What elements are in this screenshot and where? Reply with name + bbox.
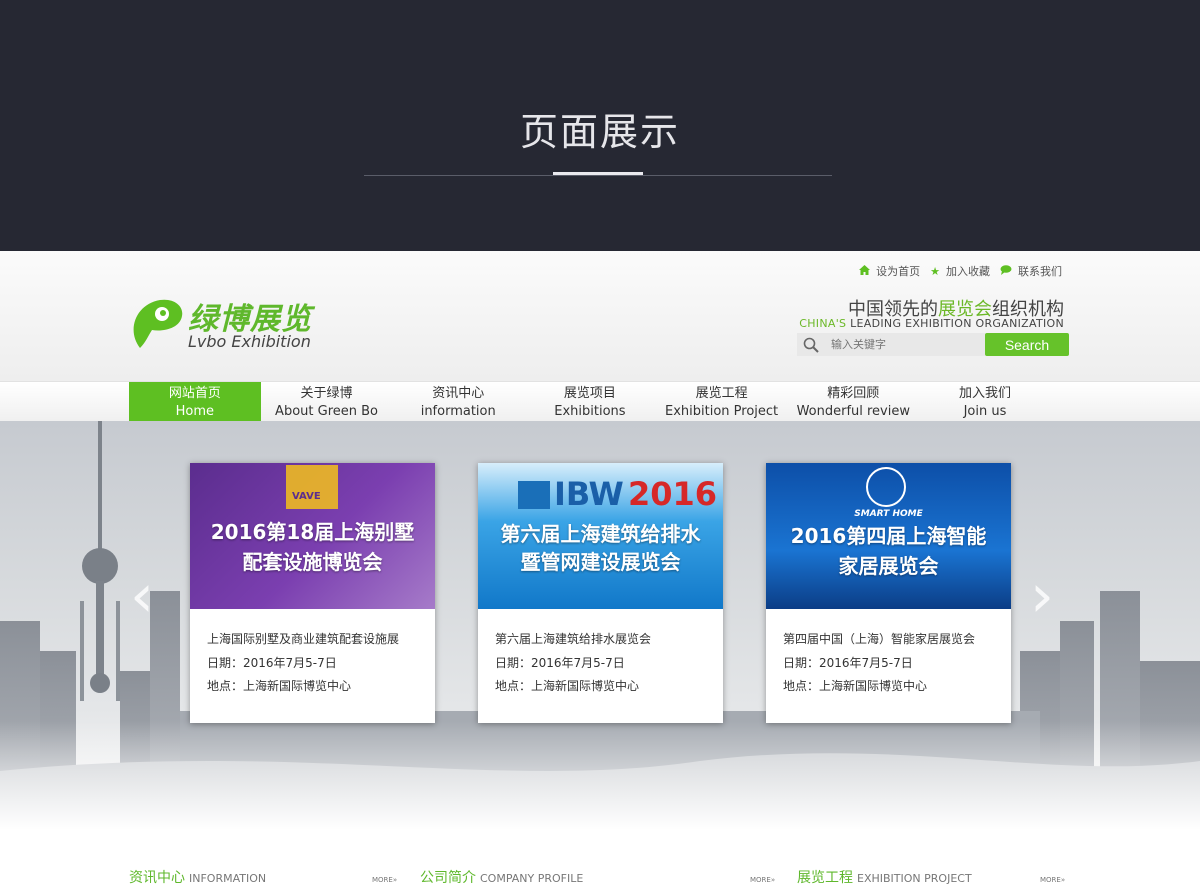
exhibition-name: 第六届上海建筑给排水展览会 bbox=[495, 632, 652, 646]
nav-label-en: Exhibitions bbox=[554, 404, 626, 419]
poster-badge: VAVE bbox=[292, 491, 321, 502]
content-sections: 资讯中心 INFORMATION MORE» 公司简介 COMPANY PROFIL… bbox=[0, 830, 1200, 890]
nav-label-cn: 资讯中心 bbox=[432, 386, 485, 401]
more-link[interactable]: MORE» bbox=[750, 876, 775, 884]
exhibition-place: 地点：上海新国际博览中心 bbox=[207, 679, 352, 693]
ibw-logo-icon bbox=[518, 481, 550, 509]
home-icon bbox=[859, 264, 871, 278]
vave-logo-icon bbox=[286, 465, 338, 509]
banner-title: 页面展示 bbox=[519, 110, 680, 154]
section-title-information: 资讯中心 INFORMATION bbox=[129, 867, 266, 887]
section-title-cn: 资讯中心 bbox=[129, 870, 185, 886]
card-info: 上海国际别墅及商业建筑配套设施展 日期：2016年7月5-7日 地点：上海新国际… bbox=[207, 628, 399, 699]
section-title-en: INFORMATION bbox=[189, 872, 267, 885]
poster-title-line2: 配套设施博览会 bbox=[242, 550, 383, 574]
section-title-project: 展览工程 EXHIBITION PROJECT bbox=[797, 867, 972, 887]
hero-carousel: ‹ › VAVE 2016第18届上海别墅 配套设施博览会 上海国际别墅及商业建… bbox=[0, 421, 1200, 830]
carousel-prev-arrow[interactable]: ‹ bbox=[130, 561, 154, 631]
banner-accent-bar bbox=[553, 172, 643, 175]
nav-item-review[interactable]: 精彩回顾 Wonderful review bbox=[787, 382, 919, 421]
poster-title-line2: 家居展览会 bbox=[838, 554, 939, 578]
poster-title-line1: 2016第18届上海别墅 bbox=[210, 520, 415, 544]
add-favorite-link[interactable]: ★ 加入收藏 bbox=[930, 263, 990, 279]
nav-label-cn: 展览工程 bbox=[695, 386, 748, 401]
exhibition-date: 日期：2016年7月5-7日 bbox=[495, 655, 625, 670]
contact-us-label: 联系我们 bbox=[1018, 265, 1062, 278]
exhibition-card[interactable]: SMART HOME 2016第四届上海智能 家居展览会 第四届中国（上海）智能… bbox=[766, 463, 1011, 723]
star-icon: ★ bbox=[930, 264, 940, 278]
exhibition-name: 上海国际别墅及商业建筑配套设施展 bbox=[207, 632, 400, 646]
nav-label-cn: 关于绿博 bbox=[300, 386, 353, 401]
exhibition-poster: IBW 2016 第六届上海建筑给排水 暨管网建设展览会 bbox=[478, 463, 723, 609]
nav-label-cn: 展览项目 bbox=[563, 386, 616, 401]
nav-label-en: Wonderful review bbox=[796, 404, 910, 419]
poster-year: 2016 bbox=[628, 475, 718, 513]
exhibition-poster: VAVE 2016第18届上海别墅 配套设施博览会 bbox=[190, 463, 435, 609]
nav-label-en: Exhibition Project bbox=[665, 404, 779, 419]
top-links: 设为首页 ★ 加入收藏 联系我们 bbox=[859, 263, 1062, 279]
banner-divider bbox=[364, 175, 832, 176]
poster-title-line1: 第六届上海建筑给排水 bbox=[500, 522, 701, 546]
set-homepage-label: 设为首页 bbox=[876, 265, 921, 278]
nav-label-cn: 加入我们 bbox=[958, 386, 1011, 401]
carousel-next-arrow[interactable]: › bbox=[1030, 561, 1054, 631]
card-info: 第四届中国（上海）智能家居展览会 日期：2016年7月5-7日 地点：上海新国际… bbox=[783, 628, 975, 699]
poster-title-line1: 2016第四届上海智能 bbox=[790, 524, 987, 548]
exhibition-date: 日期：2016年7月5-7日 bbox=[207, 655, 337, 670]
nav-label-en: Home bbox=[175, 404, 215, 419]
exhibition-name: 第四届中国（上海）智能家居展览会 bbox=[783, 632, 976, 646]
card-info: 第六届上海建筑给排水展览会 日期：2016年7月5-7日 地点：上海新国际博览中… bbox=[495, 628, 651, 699]
set-homepage-link[interactable]: 设为首页 bbox=[859, 263, 920, 279]
more-link[interactable]: MORE» bbox=[372, 876, 397, 884]
contact-us-link[interactable]: 联系我们 bbox=[1000, 263, 1062, 279]
search-button[interactable]: Search bbox=[985, 333, 1069, 356]
section-title-cn: 公司简介 bbox=[420, 870, 476, 886]
nav-item-about[interactable]: 关于绿博 About Green Bo bbox=[261, 382, 393, 421]
section-title-cn: 展览工程 bbox=[797, 870, 853, 886]
site-header: 设为首页 ★ 加入收藏 联系我们 绿博展览 Lvbo Exhibition 中国… bbox=[0, 251, 1200, 381]
section-title-company: 公司简介 COMPANY PROFILE bbox=[420, 867, 583, 887]
exhibition-card[interactable]: IBW 2016 第六届上海建筑给排水 暨管网建设展览会 第六届上海建筑给排水展… bbox=[478, 463, 723, 723]
presentation-banner: 页面展示 bbox=[0, 0, 1200, 251]
nav-label-en: Join us bbox=[963, 404, 1007, 419]
search-input[interactable] bbox=[825, 333, 985, 356]
smart-home-logo-icon bbox=[866, 467, 906, 507]
site-logo[interactable]: 绿博展览 Lvbo Exhibition bbox=[130, 294, 340, 356]
slogan-en: CHINA'S LEADING EXHIBITION ORGANIZATION bbox=[799, 317, 1064, 330]
nav-item-exhibitions[interactable]: 展览项目 Exhibitions bbox=[524, 382, 656, 421]
add-favorite-label: 加入收藏 bbox=[946, 265, 990, 278]
nav-label-cn: 网站首页 bbox=[168, 386, 221, 401]
nav-item-information[interactable]: 资讯中心 information bbox=[392, 382, 524, 421]
poster-title-line2: 暨管网建设展览会 bbox=[520, 550, 681, 574]
chat-icon bbox=[1000, 264, 1012, 278]
nav-label-en: About Green Bo bbox=[275, 404, 378, 419]
search-icon[interactable] bbox=[797, 333, 825, 356]
poster-badge: SMART HOME bbox=[854, 509, 923, 519]
exhibition-date: 日期：2016年7月5-7日 bbox=[783, 655, 913, 670]
exhibition-place: 地点：上海新国际博览中心 bbox=[783, 679, 928, 693]
exhibition-place: 地点：上海新国际博览中心 bbox=[495, 679, 640, 693]
slogan-en-post: LEADING EXHIBITION ORGANIZATION bbox=[846, 317, 1064, 330]
nav-item-exhibition-project[interactable]: 展览工程 Exhibition Project bbox=[656, 382, 788, 421]
exhibition-poster: SMART HOME 2016第四届上海智能 家居展览会 bbox=[766, 463, 1011, 609]
section-title-en: EXHIBITION PROJECT bbox=[857, 872, 972, 885]
poster-badge: IBW bbox=[554, 475, 624, 513]
section-title-en: COMPANY PROFILE bbox=[480, 872, 584, 885]
search-bar: Search bbox=[797, 333, 1069, 356]
exhibition-card[interactable]: VAVE 2016第18届上海别墅 配套设施博览会 上海国际别墅及商业建筑配套设… bbox=[190, 463, 435, 723]
logo-text-en: Lvbo Exhibition bbox=[188, 332, 311, 351]
nav-item-home[interactable]: 网站首页 Home bbox=[129, 382, 261, 421]
nav-label-cn: 精彩回顾 bbox=[827, 386, 880, 401]
main-nav: 网站首页 Home 关于绿博 About Green Bo 资讯中心 infor… bbox=[0, 381, 1200, 421]
more-link[interactable]: MORE» bbox=[1040, 876, 1065, 884]
slogan-en-highlight: CHINA'S bbox=[799, 317, 847, 330]
leaf-logo-icon bbox=[133, 299, 183, 348]
nav-item-join[interactable]: 加入我们 Join us bbox=[919, 382, 1051, 421]
nav-label-en: information bbox=[420, 404, 496, 419]
